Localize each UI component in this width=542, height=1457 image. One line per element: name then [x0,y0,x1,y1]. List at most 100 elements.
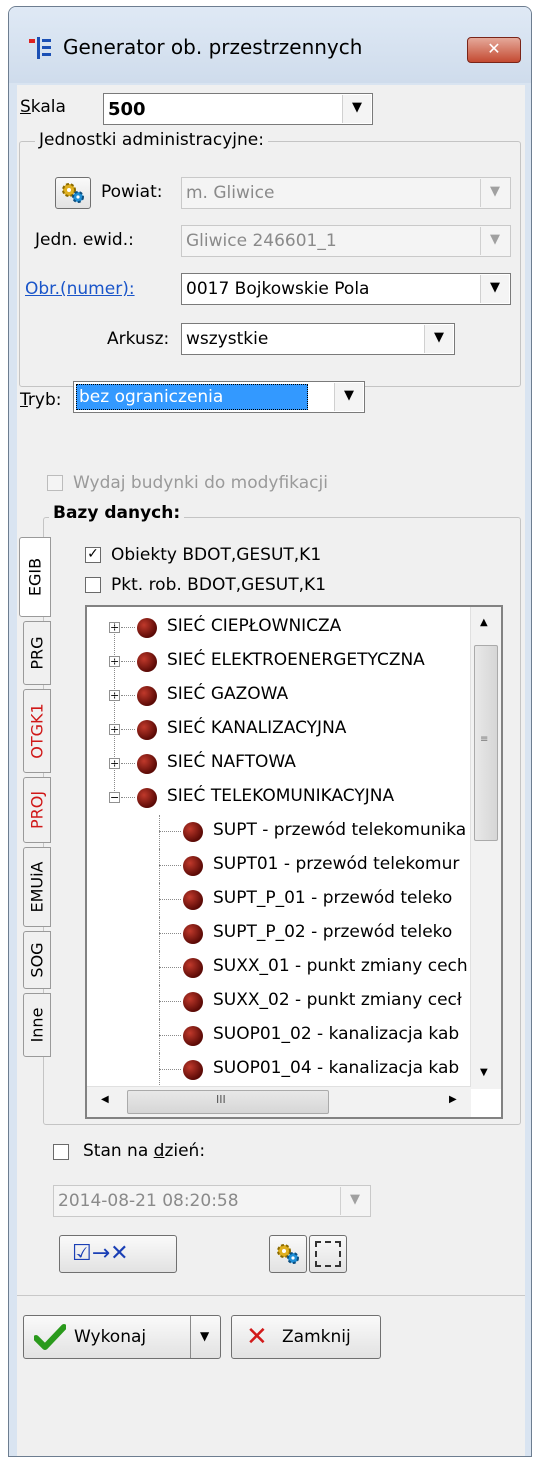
tree-group-node[interactable]: + SIEĆ CIEPŁOWNICZA [87,611,471,645]
layer-bullet-icon [183,1060,203,1080]
layer-bullet-icon [137,652,157,672]
tree-connector [121,627,135,628]
tab-inne[interactable]: Inne [23,993,51,1057]
generator-app-icon [29,37,51,59]
close-button[interactable]: ✕ Zamknij [231,1315,381,1359]
chevron-down-icon[interactable]: ▼ [480,179,509,207]
tab-sog[interactable]: SOG [23,931,51,989]
scale-label: Skala [20,97,66,117]
tree-connector [159,917,160,951]
arkusz-select[interactable]: wszystkie ▼ [181,323,455,355]
tree-connector [159,1069,181,1070]
chevron-down-icon[interactable]: ▼ [340,1187,369,1215]
tab-prg[interactable]: PRG [23,621,51,685]
tree-node-label: SUPT_P_01 - przewód teleko [213,888,453,908]
tree-node-label: SUOP01_02 - kanalizacja kab [213,1024,460,1044]
powiat-select[interactable]: m. Gliwice ▼ [181,177,511,209]
run-button[interactable]: Wykonaj ▼ [23,1315,221,1359]
tree-connector [159,815,160,849]
chevron-down-icon[interactable]: ▼ [342,95,371,123]
tree-node-label: SIEĆ TELEKOMUNIKACYJNA [167,786,395,806]
scroll-down-icon[interactable]: ▼ [480,1067,488,1078]
gears-icon [62,183,84,203]
layer-bullet-icon [183,958,203,978]
tree-connector [159,1001,181,1002]
run-dropdown-button[interactable]: ▼ [190,1316,221,1358]
settings-gears-button[interactable] [269,1235,307,1273]
scale-select[interactable]: 500 ▼ [103,93,373,125]
bdot-points-checkbox[interactable] [85,577,101,593]
bdot-objects-checkbox[interactable]: ✓ [85,547,101,563]
state-date-picker[interactable]: 2014-08-21 08:20:58 ▼ [53,1185,371,1217]
tree-leaf-node[interactable]: SUXX_02 - punkt zmiany cecł [87,985,471,1019]
tree-leaf-node[interactable]: SUOP01_02 - kanalizacja kab [87,1019,471,1053]
tab-otgk1-label: OTGK1 [27,703,47,759]
bdot-objects-label: Obiekty BDOT,GESUT,K1 [111,545,322,565]
obr-numer-link[interactable]: Obr.(numer): [25,279,135,299]
collapse-icon[interactable]: − [109,792,120,803]
tree-horizontal-scrollbar[interactable]: ◀ III ▶ [87,1086,471,1117]
generator-window: Generator ob. przestrzennych ✕ Skala 500… [8,6,532,1457]
select-area-button[interactable] [309,1235,347,1273]
modify-buildings-checkbox[interactable] [47,475,63,491]
layers-tree[interactable]: + SIEĆ CIEPŁOWNICZA + SIEĆ ELEKTROENERGETYC… [85,605,503,1119]
tree-leaf-node[interactable]: SUPT_P_01 - przewód teleko [87,883,471,917]
databases-title: Bazy danych: [49,503,185,523]
tree-group-node[interactable]: + SIEĆ ELEKTROENERGETYCZNA [87,645,471,679]
tree-group-node[interactable]: + SIEĆ NAFTOWA [87,747,471,781]
checkmark-icon [34,1324,66,1350]
tab-egib-label: EGIB [25,557,45,597]
checkmark-icon: ✓ [87,546,99,562]
tab-prg-label: PRG [27,636,47,670]
tab-otgk1[interactable]: OTGK1 [23,689,51,773]
layer-bullet-icon [183,992,203,1012]
tree-group-node[interactable]: + SIEĆ KANALIZACYJNA [87,713,471,747]
mode-label: Tryb: [20,390,62,410]
tree-connector [159,933,181,934]
tree-node-label: SIEĆ ELEKTROENERGETYCZNA [167,650,425,670]
dashed-selection-icon [315,1241,341,1267]
tree-leaf-node[interactable]: SUPT - przewód telekomunika [87,815,471,849]
tab-sog-label: SOG [27,942,47,978]
horizontal-scroll-thumb[interactable]: III [127,1090,329,1114]
title-bar[interactable]: Generator ob. przestrzennych ✕ [9,7,531,83]
mode-value: bez ograniczenia [76,384,308,410]
jedn-ewid-select[interactable]: Gliwice 246601_1 ▼ [181,225,511,257]
tree-connector [159,1019,160,1053]
tree-vertical-scrollbar[interactable]: ▲ ≡ ▼ [470,607,501,1089]
mode-select[interactable]: bez ograniczenia ▼ [73,381,365,413]
tree-connector [159,1035,181,1036]
chevron-down-icon[interactable]: ▼ [480,275,509,303]
tree-connector [159,1053,160,1087]
tree-leaf-node[interactable]: SUPT01 - przewód telekomur [87,849,471,883]
admin-units-gear-button[interactable] [55,177,91,209]
tree-node-label: SUXX_01 - punkt zmiany cech [213,956,468,976]
obr-numer-select[interactable]: 0017 Bojkowskie Pola ▼ [181,273,511,305]
grip-icon: ≡ [480,734,489,745]
tree-node-label: SIEĆ NAFTOWA [167,752,296,772]
chevron-down-icon[interactable]: ▼ [424,325,453,353]
window-close-button[interactable]: ✕ [467,37,521,63]
tree-leaf-node[interactable]: SUXX_01 - punkt zmiany cech [87,951,471,985]
tree-group-node[interactable]: + SIEĆ GAZOWA [87,679,471,713]
tree-node-label: SUPT - przewód telekomunika [213,820,467,840]
tab-emuia[interactable]: EMUiA [23,847,51,927]
layer-bullet-icon [183,924,203,944]
tree-group-node[interactable]: − SIEĆ TELEKOMUNIKACYJNA [87,781,471,815]
tree-leaf-node[interactable]: SUOP01_04 - kanalizacja kab [87,1053,471,1087]
scroll-right-icon[interactable]: ▶ [449,1094,457,1105]
tree-node-label: SIEĆ CIEPŁOWNICZA [167,616,342,636]
scroll-left-icon[interactable]: ◀ [101,1094,109,1105]
layer-bullet-icon [183,856,203,876]
tree-leaf-node[interactable]: SUPT_P_02 - przewód teleko [87,917,471,951]
vertical-scroll-thumb[interactable]: ≡ [474,645,498,841]
tab-proj[interactable]: PROJ [23,777,51,843]
chevron-down-icon[interactable]: ▼ [334,383,363,411]
state-date-checkbox[interactable] [53,1144,69,1160]
chevron-down-icon[interactable]: ▼ [480,227,509,255]
tab-egib[interactable]: EGIB [19,537,51,617]
scroll-up-icon[interactable]: ▲ [480,617,488,628]
select-all-clear-button[interactable]: ☑→✕ [59,1235,177,1273]
close-label: Zamknij [282,1327,351,1347]
layer-bullet-icon [137,618,157,638]
